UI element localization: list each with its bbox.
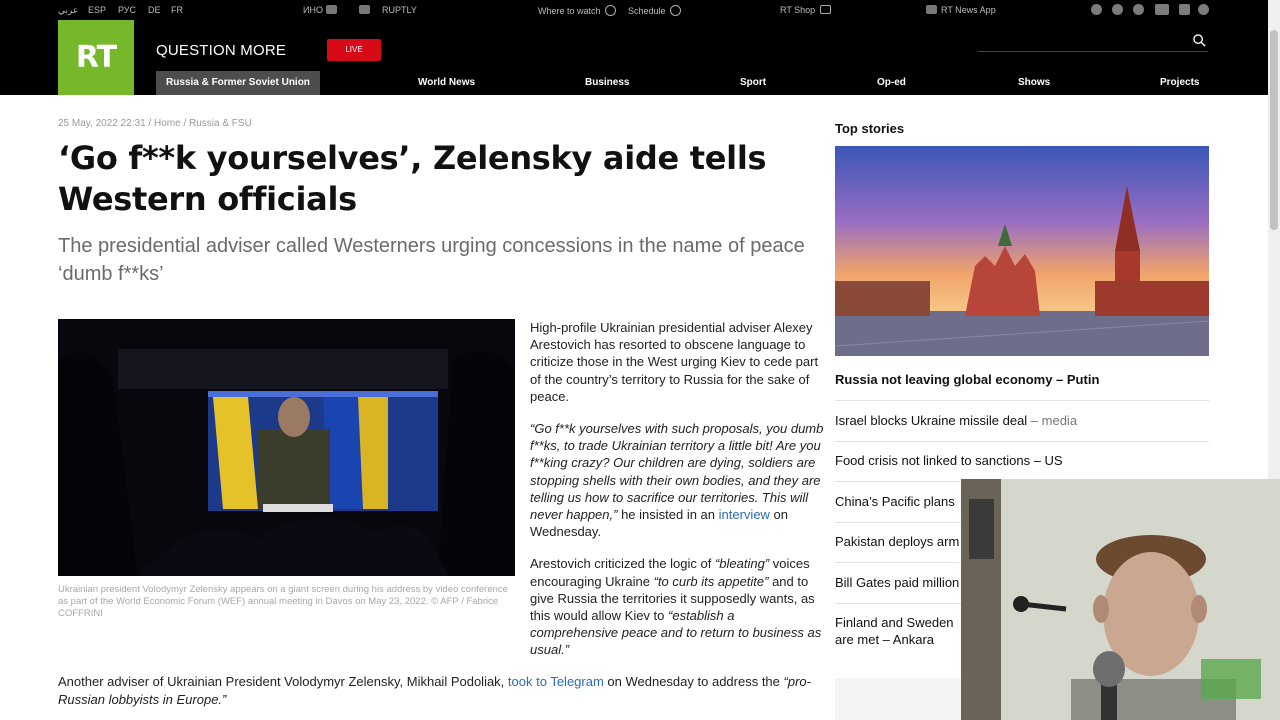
sidebar-placeholder-block [835,678,965,720]
partner-ruptly[interactable]: RUPTLY [359,5,417,15]
article-body-column: High-profile Ukrainian presidential advi… [530,319,825,674]
nav-op-ed[interactable]: Op-ed [877,71,906,95]
rt-logo[interactable]: RT [58,20,134,95]
telegram-link[interactable]: took to Telegram [508,674,604,689]
clock-icon [669,5,681,16]
paragraph-3: Arestovich criticized the logic of “blea… [530,556,822,658]
lang-fr[interactable]: FR [171,5,183,15]
lang-arabic[interactable]: عربي [58,5,78,16]
vk-icon[interactable] [1198,4,1209,15]
live-button[interactable]: LIVE [327,39,381,61]
interview-link[interactable]: interview [719,507,770,522]
site-header: RT QUESTION MORE LIVE Russia & Former So… [0,20,1268,95]
article-title: ‘Go f**k yourselves’, Zelensky aide tell… [58,139,767,218]
paragraph-4: Another adviser of Ukrainian President V… [58,674,811,707]
lang-rus[interactable]: РУС [118,5,136,15]
tagline: QUESTION MORE [156,42,287,59]
top-stories-title: Top stories [835,121,905,136]
nav-russia-fsu[interactable]: Russia & Former Soviet Union [156,71,320,95]
top-story-2[interactable]: Israel blocks Ukraine missile deal – med… [835,412,1209,442]
app-icon [926,5,937,14]
top-story-1[interactable]: Russia not leaving global economy – Puti… [835,371,1209,401]
search-icon[interactable] [1193,34,1206,47]
top-story-3[interactable]: Food crisis not linked to sanctions – US [835,452,1209,482]
red-square-image [835,146,1209,356]
top-story-image[interactable] [835,146,1209,356]
nav-business[interactable]: Business [585,71,629,95]
article-photo [58,319,515,576]
play-icon [604,5,616,16]
top-bar: عربي ESP РУС DE FR ИНО RUPTLY Where to w… [0,0,1268,20]
paragraph-2: “Go f**k yourselves with such proposals,… [530,421,824,540]
paragraph-1: High-profile Ukrainian presidential advi… [530,320,819,404]
ino-tv-icon [325,5,337,14]
ruptly-logo-icon [359,5,370,14]
facebook-icon[interactable] [1179,4,1190,15]
article-subtitle: The presidential adviser called Westerne… [58,235,805,285]
rt-news-app-link[interactable]: RT News App [926,5,996,15]
rt-shop-link[interactable]: RT Shop [780,5,835,15]
nav-shows[interactable]: Shows [1018,71,1050,95]
lang-esp[interactable]: ESP [88,5,106,15]
where-to-watch-link[interactable]: Where to watch [538,5,616,16]
nav-projects[interactable]: Projects [1160,71,1199,95]
rss-icon[interactable] [1112,4,1123,15]
lang-de[interactable]: DE [148,5,161,15]
presenter-webcam-image [961,479,1280,720]
nav-sport[interactable]: Sport [740,71,766,95]
scrollbar-thumb[interactable] [1270,30,1278,230]
schedule-link[interactable]: Schedule [628,5,681,16]
photo-caption: Ukrainian president Volodymyr Zelensky a… [58,584,508,619]
zelensky-screen-image [58,319,515,576]
search-input[interactable] [978,32,1178,50]
search-box [978,32,1208,52]
youtube-icon[interactable] [1155,4,1169,15]
top-story-7[interactable]: Finland and Sweden are met – Ankara [835,614,960,648]
webcam-overlay [961,479,1280,720]
nav-world-news[interactable]: World News [418,71,475,95]
telegram-icon[interactable] [1091,4,1102,15]
article-meta: 25 May, 2022 22:31 / Home / Russia & FSU [58,118,252,129]
twitter-icon[interactable] [1133,4,1144,15]
partner-ino[interactable]: ИНО [303,5,341,15]
cart-icon [820,5,832,14]
